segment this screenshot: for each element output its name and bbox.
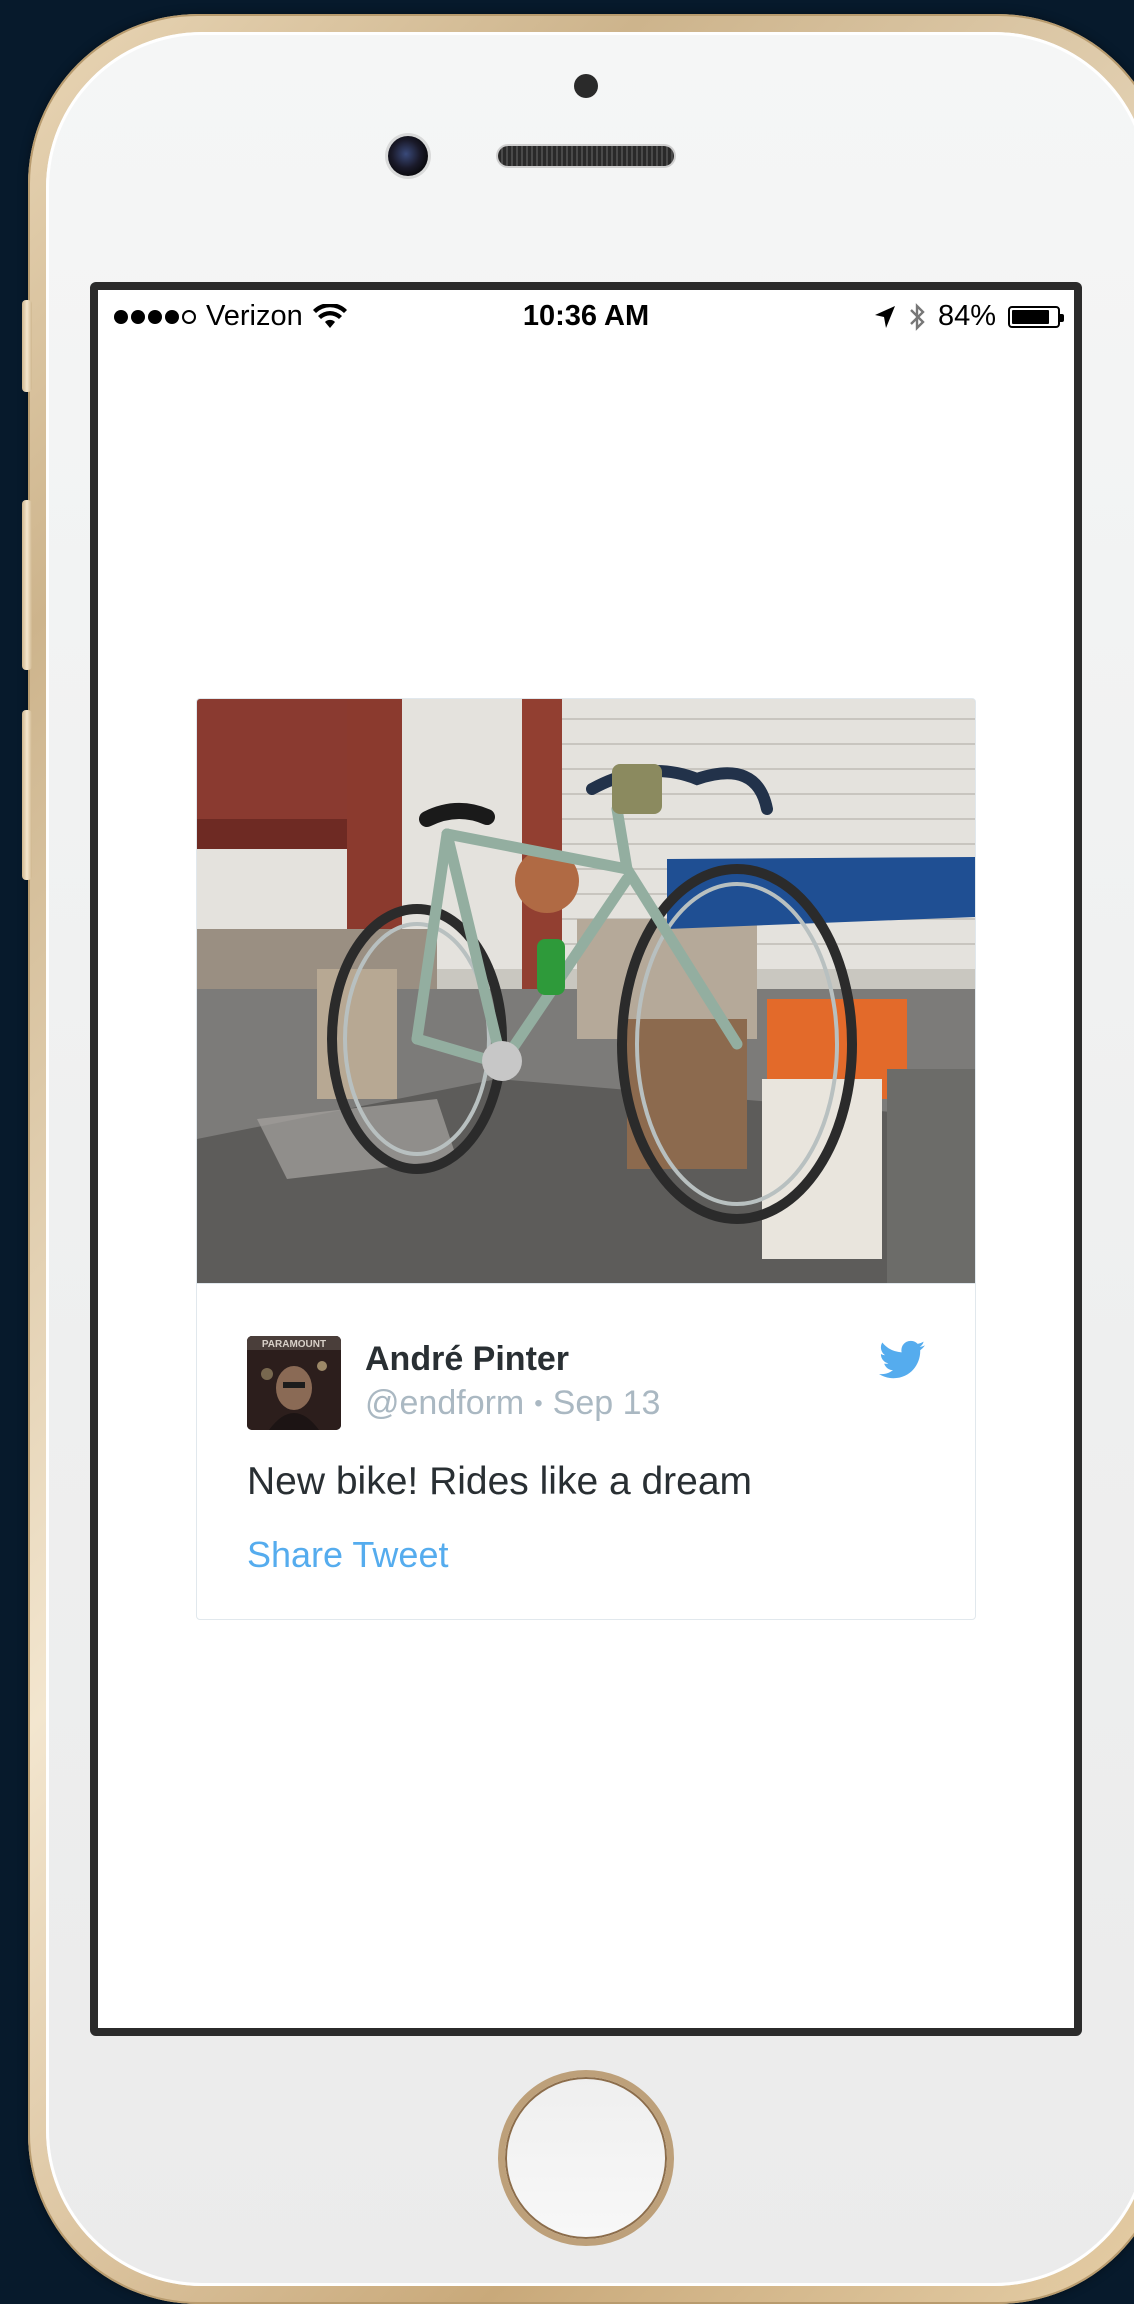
bluetooth-icon bbox=[910, 302, 925, 331]
home-button[interactable] bbox=[498, 2070, 674, 2246]
author-name[interactable]: André Pinter bbox=[365, 1340, 569, 1379]
avatar-text: PARAMOUNT bbox=[262, 1339, 326, 1350]
tweet-date[interactable]: Sep 13 bbox=[553, 1384, 661, 1423]
status-right: 84% bbox=[874, 300, 1064, 333]
location-arrow-icon bbox=[874, 305, 895, 328]
tweet-text: New bike! Rides like a dream bbox=[247, 1460, 753, 1503]
proximity-sensor bbox=[574, 74, 598, 98]
volume-down-button bbox=[22, 710, 32, 880]
meta-separator: • bbox=[534, 1389, 543, 1417]
earpiece-speaker bbox=[498, 146, 674, 166]
battery-icon bbox=[1008, 305, 1064, 328]
share-tweet-link[interactable]: Share Tweet bbox=[247, 1534, 448, 1576]
tweet-body: PARAMOUNT André Pinter @endform • Sep 13… bbox=[197, 1283, 975, 1619]
battery-fill bbox=[1012, 309, 1049, 324]
mute-switch bbox=[22, 300, 32, 392]
author-avatar[interactable]: PARAMOUNT bbox=[247, 1336, 341, 1430]
author-handle[interactable]: @endform bbox=[365, 1384, 524, 1423]
screen: Verizon 10:36 AM 84% PARAMOUNT André Pin… bbox=[98, 290, 1074, 2028]
twitter-bird-icon[interactable] bbox=[879, 1340, 925, 1380]
author-meta: @endform • Sep 13 bbox=[365, 1384, 660, 1423]
tweet-card[interactable]: PARAMOUNT André Pinter @endform • Sep 13… bbox=[196, 698, 976, 1620]
volume-up-button bbox=[22, 500, 32, 670]
tweet-photo[interactable] bbox=[197, 699, 975, 1283]
battery-percent: 84% bbox=[937, 300, 996, 332]
status-bar: Verizon 10:36 AM 84% bbox=[98, 290, 1074, 346]
front-camera bbox=[388, 136, 428, 176]
